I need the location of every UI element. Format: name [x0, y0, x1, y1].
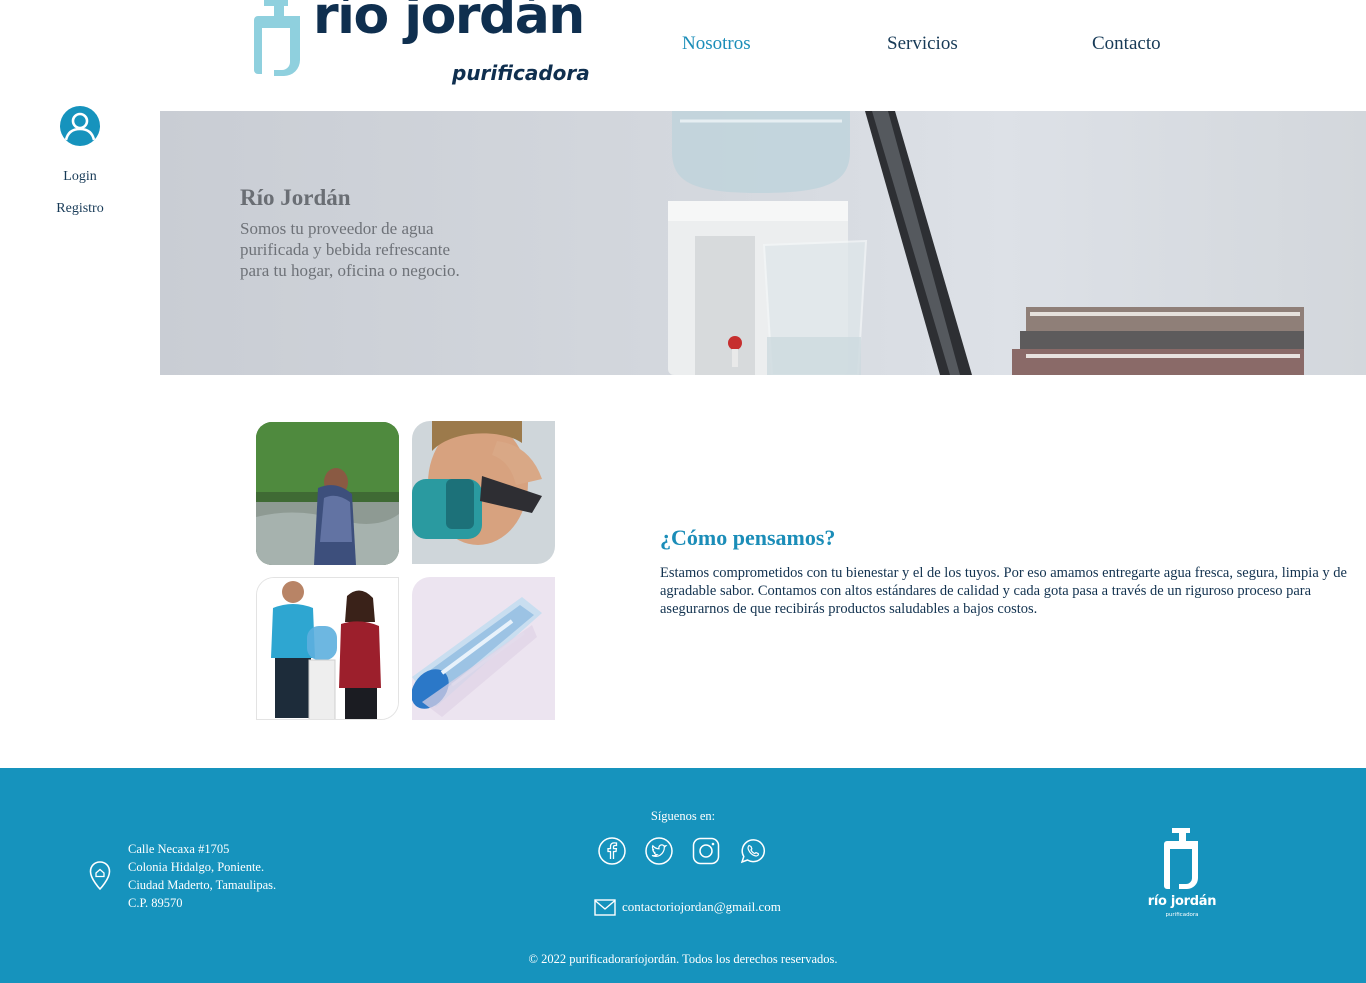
address-line: C.P. 89570 [128, 896, 183, 910]
main-nav: Nosotros Servicios Contacto [0, 33, 1366, 57]
about-title: ¿Cómo pensamos? [660, 525, 836, 550]
hero-text: Somos tu proveedor de agua purificada y … [240, 219, 460, 280]
instagram-icon[interactable] [691, 836, 721, 866]
gallery-image-water-bottle [412, 577, 555, 720]
follow-label: Síguenos en: [650, 809, 716, 823]
hero-banner: Río Jordán Somos tu proveedor de agua pu… [160, 111, 1366, 375]
register-link[interactable]: Registro [0, 201, 160, 217]
footer: Calle Necaxa #1705 Colonia Hidalgo, Poni… [0, 768, 1366, 983]
location-pin-icon [89, 861, 111, 891]
user-avatar-icon[interactable] [60, 106, 100, 146]
gallery-image-dispenser-couple [256, 577, 399, 720]
nav-nosotros[interactable]: Nosotros [682, 33, 751, 55]
mail-icon [594, 899, 616, 916]
address-line: Ciudad Maderto, Tamaulipas. [128, 878, 277, 892]
address-line: Colonia Hidalgo, Poniente. [128, 860, 265, 874]
facebook-icon[interactable] [597, 836, 627, 866]
footer-logo-title: río jordán [1147, 894, 1217, 909]
footer-logo-tagline: purificadora [1165, 912, 1199, 918]
gallery-image-boy-drinking [412, 421, 555, 564]
address-line: Calle Necaxa #1705 [128, 842, 230, 856]
gallery-image-woman-river [256, 422, 399, 565]
about-text: Estamos comprometidos con tu bienestar y… [660, 565, 1347, 617]
login-link[interactable]: Login [0, 169, 160, 185]
nav-contacto[interactable]: Contacto [1092, 33, 1161, 55]
whatsapp-icon[interactable] [738, 836, 768, 866]
footer-logo-mark-icon [1164, 828, 1198, 889]
contact-email-link[interactable]: contactoriojordan@gmail.com [622, 899, 781, 915]
footer-address: Calle Necaxa #1705 Colonia Hidalgo, Poni… [128, 840, 276, 912]
twitter-icon[interactable] [644, 836, 674, 866]
hero-title: Río Jordán [240, 185, 351, 210]
copyright: © 2022 purificadoraríojordán. Todos los … [528, 952, 838, 966]
logo-tagline: purificadora [452, 61, 590, 85]
footer-logo[interactable]: río jordán purificadora [1140, 828, 1224, 924]
nav-servicios[interactable]: Servicios [887, 33, 958, 55]
